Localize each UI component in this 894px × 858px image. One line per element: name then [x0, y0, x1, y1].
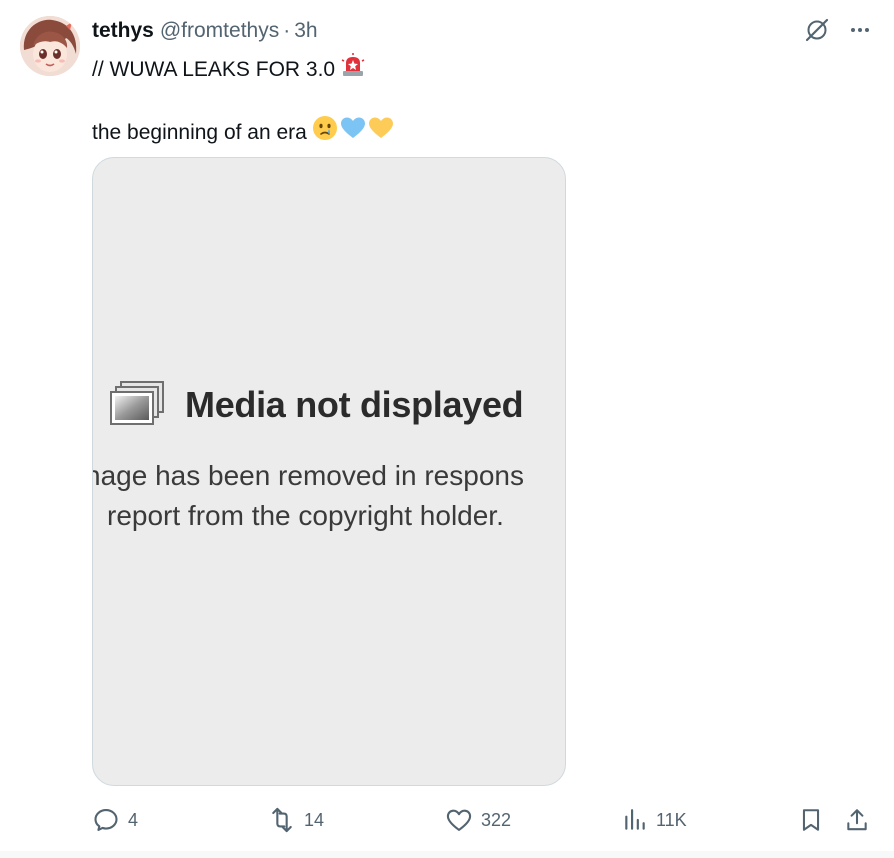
media-title: Media not displayed [185, 384, 524, 425]
reply-count: 4 [128, 809, 139, 830]
retweet-count: 14 [304, 809, 325, 830]
separator-dot: · [283, 19, 291, 42]
retweet-icon [272, 807, 292, 833]
like-button[interactable]: 322 [445, 804, 511, 836]
tweet-card[interactable]: tethys @fromtethys · 3h // WUWA LEAKS FO… [0, 0, 894, 852]
views-count: 11K [656, 809, 687, 830]
blue-heart-emoji-icon [340, 115, 366, 149]
tweet-line-2-text: the beginning of an era [92, 120, 307, 144]
top-actions [804, 17, 872, 43]
bookmark-button[interactable] [798, 804, 824, 836]
more-icon [851, 28, 869, 32]
action-bar: 4 14 322 11K [92, 804, 872, 836]
reply-button[interactable]: 4 [92, 804, 138, 836]
reply-icon [94, 809, 118, 831]
share-icon [847, 809, 867, 831]
police-light-emoji-icon [340, 52, 366, 86]
retweet-button[interactable]: 14 [268, 804, 324, 836]
display-name[interactable]: tethys [92, 19, 154, 43]
bookmark-icon [802, 809, 820, 831]
views-chart-icon [625, 809, 645, 830]
grok-button[interactable] [804, 17, 830, 43]
tweet-text: // WUWA LEAKS FOR 3.0 the beginning of a… [92, 52, 394, 149]
heart-icon [446, 809, 472, 831]
media-title-row: Media not displayed [109, 380, 524, 430]
like-count: 322 [481, 809, 512, 830]
anime-avatar-icon [20, 16, 80, 76]
tweet-line-1: // WUWA LEAKS FOR 3.0 [92, 52, 394, 86]
yellow-heart-emoji-icon [368, 115, 394, 149]
share-button[interactable] [844, 804, 870, 836]
views-button[interactable]: 11K [622, 804, 687, 836]
tweet-line-2: the beginning of an era [92, 115, 394, 149]
image-placeholder-icon [110, 381, 164, 425]
more-button[interactable] [848, 18, 872, 42]
tweet-line-1-text: // WUWA LEAKS FOR 3.0 [92, 57, 336, 81]
media-placeholder[interactable]: Media not displayed nage has been remove… [92, 157, 566, 786]
user-handle[interactable]: @fromtethys [160, 19, 279, 43]
avatar[interactable] [20, 16, 80, 76]
timestamp[interactable]: 3h [294, 19, 317, 43]
media-message-line-1: nage has been removed in respons [92, 460, 524, 491]
media-message-line-2: report from the copyright holder. [107, 500, 504, 531]
tweet-header: tethys @fromtethys · 3h [92, 19, 318, 43]
feed-divider [0, 851, 894, 858]
grok-icon [805, 18, 829, 42]
holding-back-tears-emoji-icon [312, 115, 338, 149]
